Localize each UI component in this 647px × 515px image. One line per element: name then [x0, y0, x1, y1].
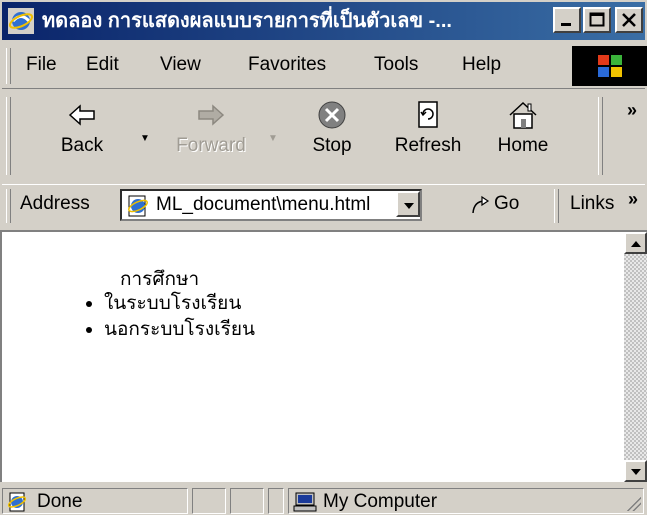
web-page: การศึกษา ในระบบโรงเรียน นอกระบบโรงเรียน — [2, 232, 624, 482]
security-zone-pane: My Computer — [288, 488, 644, 514]
menu-file[interactable]: File — [26, 52, 57, 78]
close-button[interactable] — [615, 7, 643, 33]
menu-bar-grip[interactable] — [6, 48, 11, 84]
home-label: Home — [497, 135, 549, 156]
resize-grip[interactable] — [625, 495, 641, 511]
refresh-button[interactable]: Refresh — [390, 99, 466, 175]
menu-tools[interactable]: Tools — [374, 52, 418, 78]
back-dropdown-arrow[interactable]: ▼ — [140, 133, 150, 144]
list-item: ในระบบโรงเรียน — [104, 290, 255, 316]
scroll-down-button[interactable] — [624, 460, 647, 482]
toolbar-more-chevron[interactable]: » — [627, 100, 637, 121]
content-frame: การศึกษา ในระบบโรงเรียน นอกระบบโรงเรียน — [0, 230, 647, 482]
status-text: Done — [37, 491, 83, 512]
back-arrow-icon — [68, 104, 95, 126]
scroll-up-button[interactable] — [624, 232, 647, 254]
maximize-icon — [589, 12, 605, 27]
windows-flag-icon — [598, 55, 622, 77]
close-icon — [622, 13, 636, 27]
back-button[interactable]: Back — [52, 99, 112, 175]
home-button[interactable]: Home — [488, 99, 558, 175]
arrow-up-icon — [631, 241, 641, 247]
address-value: ML_document\menu.html — [156, 194, 371, 215]
menu-favorites[interactable]: Favorites — [248, 52, 326, 78]
go-button[interactable]: Go — [466, 191, 536, 221]
status-pane: Done — [2, 488, 188, 514]
links-more-chevron[interactable]: » — [628, 189, 638, 210]
minimize-button[interactable] — [553, 7, 581, 33]
ie-icon — [8, 8, 34, 34]
browser-window: ทดลอง การแสดงผลแบบรายการที่เป็นตัวเลข -.… — [0, 0, 647, 515]
home-icon — [509, 101, 537, 129]
title-bar[interactable]: ทดลอง การแสดงผลแบบรายการที่เป็นตัวเลข -.… — [2, 2, 645, 40]
forward-dropdown-arrow[interactable]: ▼ — [268, 133, 278, 144]
menu-view[interactable]: View — [160, 52, 201, 78]
forward-arrow-icon — [198, 104, 225, 126]
menu-edit[interactable]: Edit — [86, 52, 119, 78]
chevron-down-icon — [404, 203, 414, 209]
refresh-icon — [418, 101, 438, 128]
menu-help[interactable]: Help — [462, 52, 501, 78]
status-pane-blank — [268, 488, 284, 514]
status-pane-blank — [230, 488, 264, 514]
stop-label: Stop — [312, 135, 352, 156]
arrow-down-icon — [631, 469, 641, 475]
go-label: Go — [494, 193, 520, 214]
menu-bar: File Edit View Favorites Tools Help — [2, 44, 647, 88]
standard-toolbar: Back ▼ Forward ▼ Stop Refresh Home — [2, 88, 645, 181]
go-arrow-icon — [472, 195, 490, 214]
list-item: นอกระบบโรงเรียน — [104, 316, 255, 342]
refresh-label: Refresh — [394, 135, 462, 156]
vertical-scrollbar[interactable] — [624, 232, 647, 482]
zone-text: My Computer — [323, 491, 438, 512]
maximize-button[interactable] — [583, 7, 611, 33]
windows-logo — [572, 46, 647, 86]
stop-icon — [318, 101, 346, 129]
my-computer-icon — [293, 492, 317, 512]
toolbar-grip[interactable] — [6, 97, 11, 175]
address-dropdown-button[interactable] — [396, 191, 420, 217]
back-label: Back — [60, 135, 104, 156]
toolbar-separator — [598, 97, 603, 175]
address-bar: Address ML_document\menu.html Go Links » — [2, 184, 645, 227]
address-input[interactable]: ML_document\menu.html — [120, 189, 422, 221]
forward-label: Forward — [176, 135, 246, 156]
status-pane-blank — [192, 488, 226, 514]
forward-button[interactable]: Forward — [166, 99, 256, 175]
page-icon — [128, 195, 148, 217]
stop-button[interactable]: Stop — [302, 99, 362, 175]
links-grip[interactable] — [554, 189, 559, 223]
window-title: ทดลอง การแสดงผลแบบรายการที่เป็นตัวเลข -.… — [42, 10, 452, 32]
minimize-icon — [561, 23, 571, 26]
status-bar: Done My Computer — [0, 486, 647, 515]
address-label: Address — [20, 193, 90, 214]
address-bar-grip[interactable] — [6, 189, 11, 223]
bullet-list: ในระบบโรงเรียน นอกระบบโรงเรียน — [84, 290, 255, 342]
links-button[interactable]: Links — [570, 193, 614, 215]
page-done-icon — [7, 492, 27, 512]
